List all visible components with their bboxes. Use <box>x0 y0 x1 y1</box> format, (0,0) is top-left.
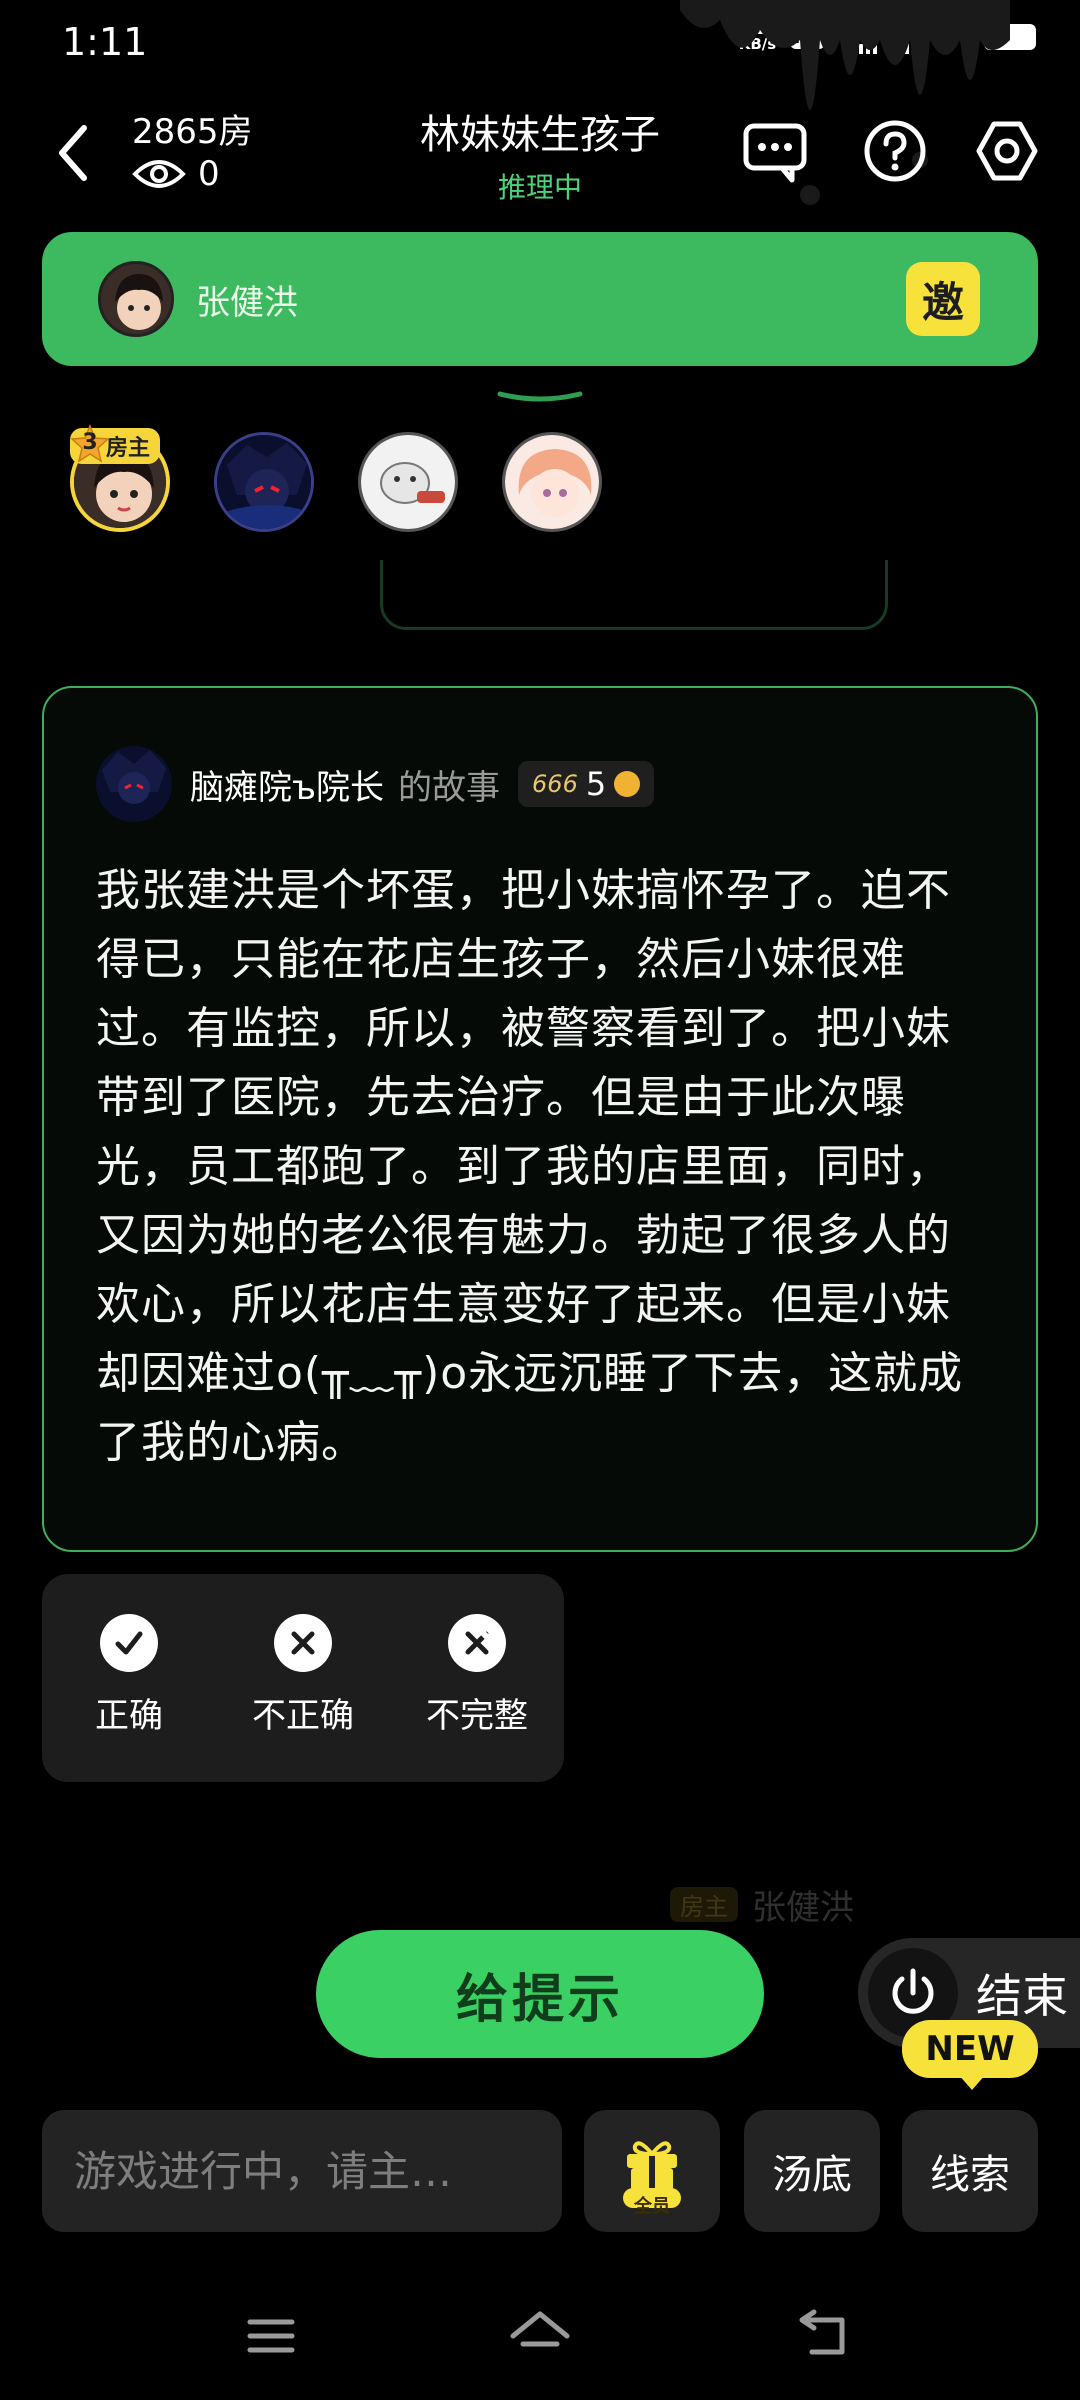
avatar <box>98 261 174 337</box>
invite-button[interactable]: 邀 <box>906 262 980 336</box>
new-badge-tail <box>958 2074 986 2090</box>
collapse-handle[interactable] <box>496 390 584 406</box>
correct-button[interactable]: 正确 <box>54 1614 204 1737</box>
home-icon[interactable] <box>505 2306 575 2366</box>
gift-button[interactable]: 全员 <box>584 2110 720 2232</box>
drip-decoration <box>680 0 1010 205</box>
speaker-banner: 张健洪 邀 <box>42 232 1038 366</box>
settings-icon[interactable] <box>974 118 1040 184</box>
gift-badge-label: 全员 <box>634 2196 670 2217</box>
cross-icon <box>274 1614 332 1672</box>
incorrect-button[interactable]: 不正确 <box>228 1614 378 1737</box>
room-number: 2865房 <box>132 112 253 152</box>
player-avatar[interactable] <box>214 432 314 532</box>
game-status: 推理中 <box>497 171 582 204</box>
coin-icon <box>614 771 641 797</box>
story-text: 我张建洪是个坏蛋，把小妹搞怀孕了。迫不得已，只能在花店生孩子，然后小妹很难过。有… <box>96 865 964 1468</box>
check-icon <box>100 1614 158 1672</box>
answer-button[interactable]: 汤底 <box>744 2110 880 2232</box>
status-time: 1:11 <box>62 20 148 64</box>
help-icon[interactable] <box>862 118 928 184</box>
clues-button[interactable]: 线索 <box>902 2110 1038 2232</box>
partial-cross-icon <box>448 1614 506 1672</box>
reward-badge: 666 5 <box>518 761 655 807</box>
avatar[interactable] <box>96 746 172 822</box>
hint-button[interactable]: 给提示 <box>316 1930 764 2058</box>
viewer-count: 0 <box>132 154 220 194</box>
chat-input[interactable] <box>42 2110 562 2232</box>
player-avatar[interactable] <box>358 432 458 532</box>
eye-icon <box>132 160 186 188</box>
incomplete-button[interactable]: 不完整 <box>402 1614 552 1737</box>
page-title: 林妹妹生孩子 <box>420 112 660 158</box>
back-nav-icon[interactable] <box>790 2306 860 2366</box>
story-author-name: 脑瘫院ъ院长 <box>190 767 385 808</box>
faded-message: 房主 张健洪 <box>670 1880 854 1929</box>
judgment-panel: 正确 不正确 不完整 <box>42 1574 564 1782</box>
host-level: 3 <box>82 430 98 455</box>
story-suffix: 的故事 <box>398 767 501 808</box>
menu-icon[interactable] <box>236 2306 306 2366</box>
back-arrow-icon[interactable] <box>50 118 100 188</box>
story-author-row: 脑瘫院ъ院长 的故事 666 5 <box>96 746 655 822</box>
chat-bubble-icon[interactable] <box>742 118 808 184</box>
player-avatar[interactable] <box>502 432 602 532</box>
speaker-name: 张健洪 <box>196 282 298 323</box>
new-badge: NEW <box>902 2020 1038 2078</box>
decorative-arc <box>380 560 888 630</box>
